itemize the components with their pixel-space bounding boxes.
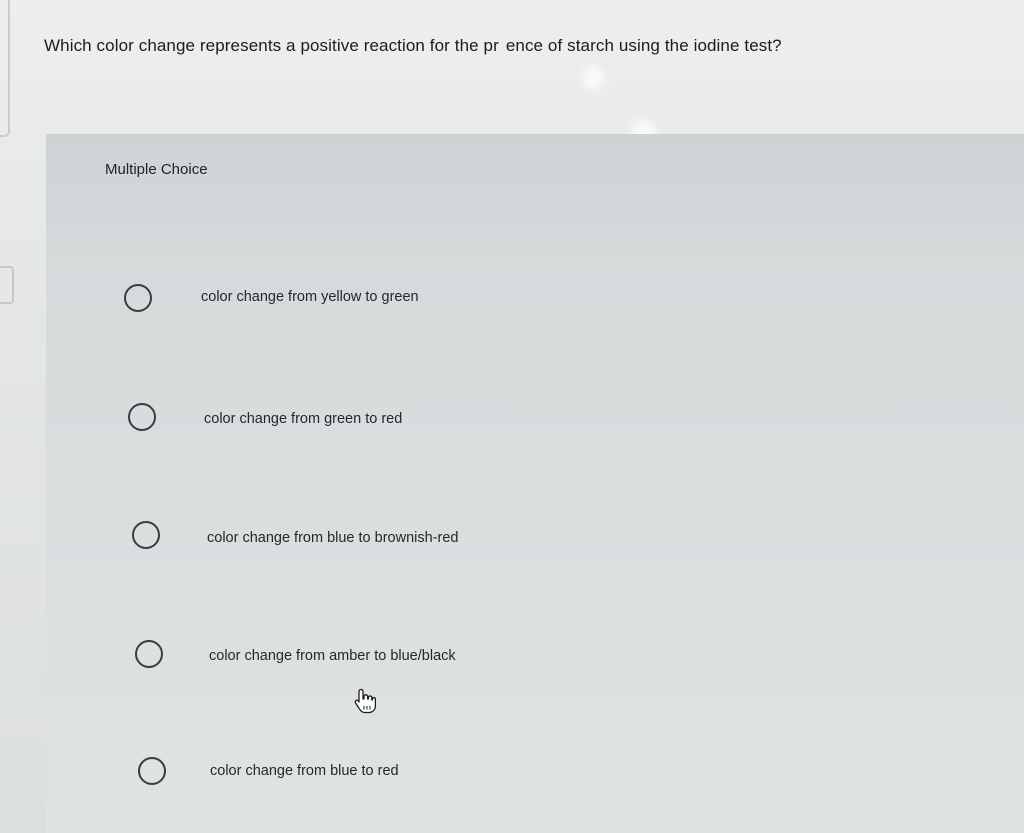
radio-button-1[interactable] (124, 284, 152, 312)
radio-button-4[interactable] (135, 640, 163, 668)
choice-label-4[interactable]: color change from amber to blue/black (209, 648, 456, 664)
answer-panel (46, 134, 1024, 833)
screen-glare (582, 66, 604, 90)
multiple-choice-label: Multiple Choice (105, 161, 208, 178)
radio-button-3[interactable] (132, 521, 160, 549)
hand-pointer-icon (354, 688, 376, 714)
radio-button-2[interactable] (128, 403, 156, 431)
page: Which color change represents a positive… (0, 0, 1024, 833)
choice-label-3[interactable]: color change from blue to brownish-red (207, 530, 458, 546)
radio-button-5[interactable] (138, 757, 166, 785)
left-side-tab (0, 266, 14, 304)
choice-label-1[interactable]: color change from yellow to green (201, 289, 419, 305)
choice-label-5[interactable]: color change from blue to red (210, 763, 399, 779)
choice-label-2[interactable]: color change from green to red (204, 411, 402, 427)
left-frame-edge (0, 0, 10, 137)
question-text: Which color change represents a positive… (44, 36, 782, 55)
